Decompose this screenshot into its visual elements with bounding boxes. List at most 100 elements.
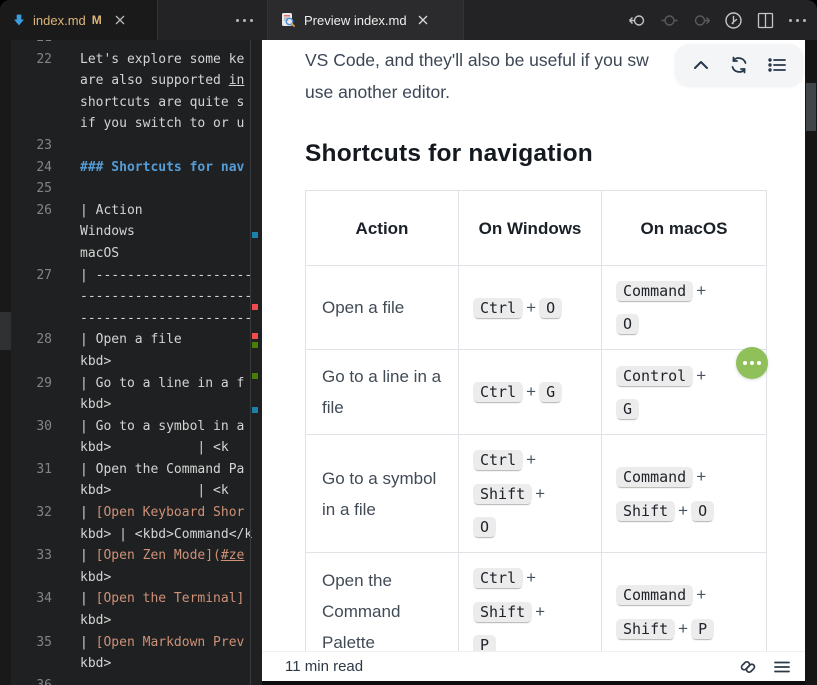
modified-badge: M xyxy=(92,13,102,27)
code-line[interactable]: are also supported in xyxy=(0,70,262,92)
code-line[interactable]: kbd> | <k xyxy=(0,480,262,502)
code-line[interactable]: 27| -------------------- xyxy=(0,265,262,287)
code-line[interactable]: 23 xyxy=(0,135,262,157)
code-line[interactable]: 22Let's explore some ke xyxy=(0,49,262,71)
code-line[interactable]: 31| Open the Command Pa xyxy=(0,459,262,481)
navigate-back-icon[interactable] xyxy=(628,11,647,30)
code-line[interactable]: 21 xyxy=(0,40,262,49)
code-text: ---------------------- xyxy=(80,286,252,308)
tab-bar: index.md M Preview index.md xyxy=(0,0,817,40)
code-area[interactable]: 2122Let's explore some keare also suppor… xyxy=(0,40,262,685)
preview-scrollbar[interactable] xyxy=(805,40,817,685)
tab-preview-index-md[interactable]: Preview index.md xyxy=(268,0,464,40)
section-heading: Shortcuts for navigation xyxy=(305,140,593,168)
code-line[interactable]: 33| [Open Zen Mode](#ze xyxy=(0,545,262,567)
code-line[interactable]: kbd> xyxy=(0,351,262,373)
navigate-position-icon[interactable] xyxy=(660,11,679,30)
code-text: kbd> | <k xyxy=(80,480,229,502)
code-line[interactable]: 34| [Open the Terminal] xyxy=(0,588,262,610)
editor-pane[interactable]: 2122Let's explore some keare also suppor… xyxy=(0,40,262,685)
plus-separator: + xyxy=(696,281,706,300)
code-line[interactable]: kbd> | <k xyxy=(0,437,262,459)
more-actions-icon[interactable] xyxy=(788,11,807,30)
code-text: kbd> xyxy=(80,567,111,589)
code-text: if you switch to or u xyxy=(80,113,244,135)
code-line[interactable]: 35| [Open Markdown Prev xyxy=(0,632,262,654)
code-line[interactable]: if you switch to or u xyxy=(0,113,262,135)
plus-separator: + xyxy=(678,619,688,638)
code-line[interactable]: ---------------------- xyxy=(0,286,262,308)
action-cell: Open a file xyxy=(306,266,459,350)
link-icon[interactable] xyxy=(737,656,759,678)
code-line[interactable]: ---------------------- xyxy=(0,308,262,330)
close-tab-icon[interactable] xyxy=(112,12,128,28)
code-line[interactable]: 25 xyxy=(0,178,262,200)
code-text: macOS xyxy=(80,243,119,265)
collapse-up-icon[interactable] xyxy=(689,53,713,77)
code-line[interactable]: kbd> | <kbd>Command</k xyxy=(0,524,262,546)
code-line[interactable]: kbd> xyxy=(0,653,262,675)
code-line[interactable]: 26| Action xyxy=(0,200,262,222)
plus-separator: + xyxy=(696,366,706,385)
shortcut-keys-cell: Ctrl+Shift+O xyxy=(459,435,602,553)
plus-separator: + xyxy=(526,298,536,317)
code-line[interactable]: kbd> xyxy=(0,610,262,632)
refresh-icon[interactable] xyxy=(727,53,751,77)
overview-ruler-divider xyxy=(250,40,251,685)
code-text: | [Open Keyboard Shor xyxy=(80,502,244,524)
markdown-preview-icon xyxy=(280,12,296,28)
code-text: | Action xyxy=(80,200,143,222)
code-line[interactable]: 29| Go to a line in a f xyxy=(0,373,262,395)
navigate-forward-icon[interactable] xyxy=(692,11,711,30)
kbd-key: Shift xyxy=(473,484,532,504)
code-line[interactable]: shortcuts are quite s xyxy=(0,92,262,114)
assistant-fab-button[interactable] xyxy=(736,347,768,379)
kbd-key: Shift xyxy=(616,619,675,639)
kbd-key: O xyxy=(691,501,714,521)
vscode-window: index.md M Preview index.md xyxy=(0,0,817,685)
code-line[interactable]: 36 xyxy=(0,675,262,685)
plus-separator: + xyxy=(696,585,706,604)
code-line[interactable]: 28| Open a file xyxy=(0,329,262,351)
table-row: Go to a symbol in a fileCtrl+Shift+OComm… xyxy=(306,435,767,553)
split-editor-icon[interactable] xyxy=(756,11,775,30)
code-line[interactable]: 32| [Open Keyboard Shor xyxy=(0,502,262,524)
plus-separator: + xyxy=(526,382,536,401)
shortcut-keys-cell: Command+O xyxy=(602,266,767,350)
gutter-scroll-thumb[interactable] xyxy=(0,312,11,350)
close-tab-icon[interactable] xyxy=(415,12,431,28)
code-line[interactable]: 30| Go to a symbol in a xyxy=(0,416,262,438)
outline-list-icon[interactable] xyxy=(765,53,789,77)
code-text: kbd> | <kbd>Command</k xyxy=(80,524,252,546)
code-text: kbd> | <k xyxy=(80,437,229,459)
code-text: | Open a file xyxy=(80,329,182,351)
code-line[interactable]: kbd> xyxy=(0,394,262,416)
run-icon[interactable] xyxy=(724,11,743,30)
code-text: Let's explore some ke xyxy=(80,49,244,71)
plus-separator: + xyxy=(535,602,545,621)
preview-footer-bar: 11 min read xyxy=(262,651,805,681)
kbd-key: Ctrl xyxy=(473,450,523,470)
tab-title: index.md xyxy=(33,13,86,28)
table-header-cell: On Windows xyxy=(459,191,602,266)
code-line[interactable]: Windows xyxy=(0,221,262,243)
kbd-key: O xyxy=(473,517,496,537)
kbd-key: G xyxy=(539,382,562,402)
code-text: ### Shortcuts for nav xyxy=(80,157,244,179)
read-time-label: 11 min read xyxy=(285,658,363,675)
tab-index-md[interactable]: index.md M xyxy=(0,0,158,40)
action-cell: Go to a line in a file xyxy=(306,350,459,435)
kbd-key: O xyxy=(539,298,562,318)
more-tabs-icon[interactable] xyxy=(236,19,253,22)
code-line[interactable]: kbd> xyxy=(0,567,262,589)
plus-separator: + xyxy=(535,484,545,503)
code-line[interactable]: 24### Shortcuts for nav xyxy=(0,157,262,179)
plus-separator: + xyxy=(526,450,536,469)
markdown-preview-pane: VS Code, and they'll also be useful if y… xyxy=(262,40,805,681)
scrollbar-thumb[interactable] xyxy=(806,83,816,131)
menu-icon[interactable] xyxy=(771,656,793,678)
table-header-cell: On macOS xyxy=(602,191,767,266)
ruler-decoration xyxy=(252,232,258,238)
code-line[interactable]: macOS xyxy=(0,243,262,265)
left-gutter-strip xyxy=(0,40,11,685)
